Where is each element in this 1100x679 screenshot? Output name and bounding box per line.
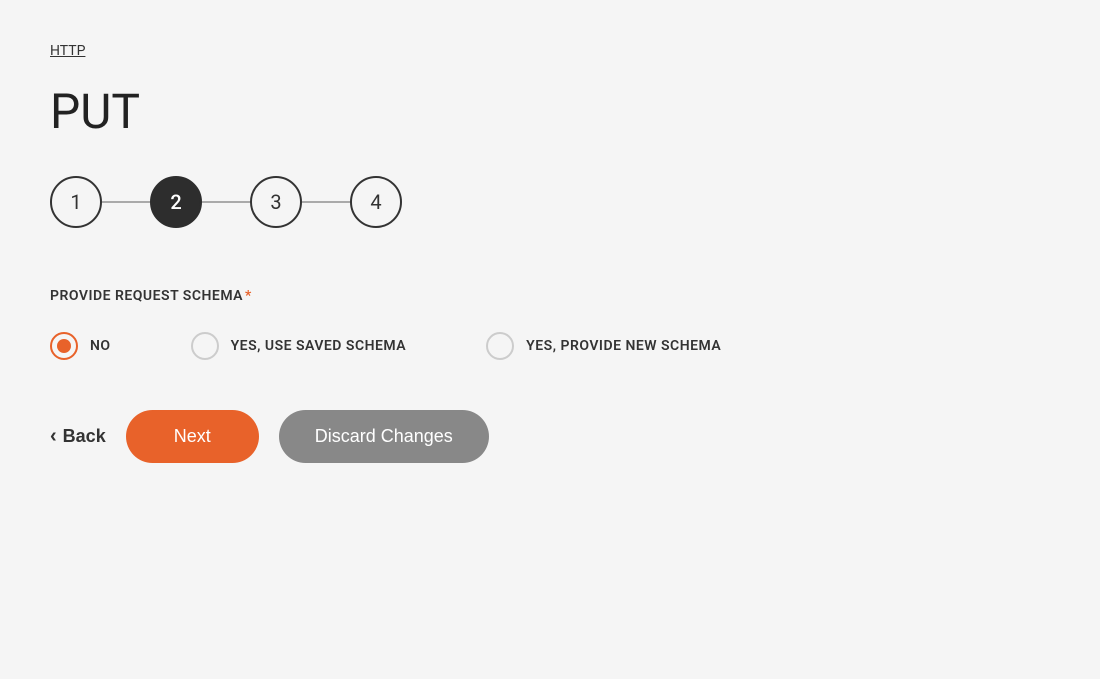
step-2[interactable]: 2 [150,176,202,228]
radio-button-yes-saved[interactable] [191,332,219,360]
radio-label-no: NO [90,338,111,354]
form-section: PROVIDE REQUEST SCHEMA* NO YES, USE SAVE… [50,288,1050,360]
radio-option-yes-new[interactable]: YES, PROVIDE NEW SCHEMA [486,332,721,360]
section-label: PROVIDE REQUEST SCHEMA* [50,288,1050,304]
required-star: * [245,288,252,304]
button-bar: ‹ Back Next Discard Changes [50,410,1050,463]
next-button[interactable]: Next [126,410,259,463]
step-3[interactable]: 3 [250,176,302,228]
radio-inner-no [57,339,71,353]
radio-label-yes-saved: YES, USE SAVED SCHEMA [231,338,407,354]
radio-option-yes-saved[interactable]: YES, USE SAVED SCHEMA [191,332,407,360]
page-container: HTTP PUT 1 2 3 4 PROVIDE REQUEST SCHEMA* [0,0,1100,503]
back-button[interactable]: ‹ Back [50,417,106,456]
stepper: 1 2 3 4 [50,176,1050,228]
breadcrumb-http[interactable]: HTTP [50,43,85,59]
discard-changes-button[interactable]: Discard Changes [279,410,489,463]
radio-button-yes-new[interactable] [486,332,514,360]
back-chevron-icon: ‹ [50,425,57,448]
step-4[interactable]: 4 [350,176,402,228]
radio-group: NO YES, USE SAVED SCHEMA YES, PROVIDE NE… [50,332,1050,360]
step-1[interactable]: 1 [50,176,102,228]
radio-button-no[interactable] [50,332,78,360]
radio-label-yes-new: YES, PROVIDE NEW SCHEMA [526,338,721,354]
step-connector-1-2 [102,201,150,203]
radio-option-no[interactable]: NO [50,332,111,360]
step-connector-2-3 [202,201,250,203]
page-title: PUT [50,83,1050,140]
step-connector-3-4 [302,201,350,203]
